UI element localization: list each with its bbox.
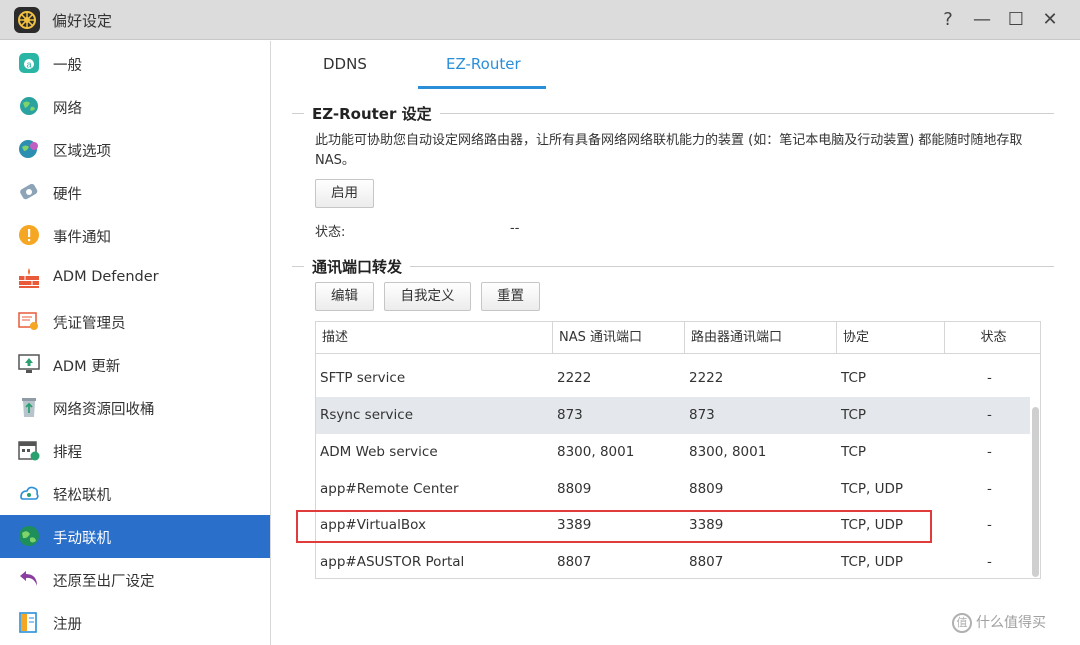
- certificate-icon: [18, 312, 38, 330]
- reset-button[interactable]: 重置: [481, 282, 540, 311]
- sidebar-item-recycle-bin[interactable]: 网络资源回收桶: [0, 386, 270, 429]
- calendar-icon: [18, 441, 40, 461]
- minimize-icon[interactable]: —: [970, 8, 994, 32]
- tab-ez-router[interactable]: EZ-Router: [446, 55, 521, 73]
- sidebar-item-adm-update[interactable]: ADM 更新: [0, 343, 270, 386]
- status-label: 状态:: [315, 225, 346, 240]
- sidebar-item-manual-connect[interactable]: 手动联机: [0, 515, 270, 558]
- highlight-annotation: [296, 510, 932, 543]
- port-forwarding-section-header: 通讯端口转发: [292, 256, 1054, 277]
- edit-button[interactable]: 编辑: [315, 282, 374, 311]
- enable-button[interactable]: 启用: [315, 179, 374, 208]
- update-icon: [18, 354, 40, 373]
- sidebar-item-adm-defender[interactable]: ADM Defender: [0, 257, 270, 300]
- watermark: 值什么值得买: [952, 612, 1046, 633]
- settings-app-icon: [14, 7, 40, 33]
- title-bar: 偏好设定 ? — ☐ ✕: [0, 0, 1080, 40]
- sidebar-item-register[interactable]: 注册: [0, 601, 270, 644]
- manual-connect-icon: [19, 526, 39, 546]
- column-header-router-port[interactable]: 路由器通讯端口: [685, 322, 837, 354]
- column-header-nas-port[interactable]: NAS 通讯端口: [553, 322, 685, 354]
- sidebar-item-general[interactable]: a 一般: [0, 42, 270, 85]
- general-icon: a: [19, 53, 39, 73]
- sidebar-item-hardware[interactable]: 硬件: [0, 171, 270, 214]
- table-row[interactable]: Rsync service 873 873 TCP -: [316, 397, 1030, 434]
- sidebar-item-restore-factory[interactable]: 还原至出厂设定: [0, 558, 270, 601]
- main-panel: DDNS EZ-Router EZ-Router 设定 此功能可协助您自动设定网…: [272, 41, 1080, 645]
- watermark-text: 什么值得买: [976, 615, 1046, 631]
- watermark-logo-icon: 值: [952, 613, 972, 633]
- region-icon: [19, 140, 38, 158]
- table-row[interactable]: app#Remote Center 8809 8809 TCP, UDP -: [316, 471, 1030, 508]
- globe-icon: [20, 97, 38, 115]
- firewall-icon: [19, 268, 39, 288]
- recycle-icon: [22, 398, 36, 417]
- sidebar-item-easy-connect[interactable]: 轻松联机: [0, 472, 270, 515]
- help-icon[interactable]: ?: [936, 8, 960, 32]
- port-forwarding-section-title: 通讯端口转发: [304, 256, 411, 277]
- status-value: --: [510, 221, 520, 236]
- alert-icon: [19, 225, 39, 245]
- window-title: 偏好设定: [52, 12, 113, 30]
- sidebar-item-network[interactable]: 网络: [0, 85, 270, 128]
- sidebar-item-notification[interactable]: 事件通知: [0, 214, 270, 257]
- table-header: 描述 NAS 通讯端口 路由器通讯端口 协定 状态: [316, 322, 1040, 354]
- sidebar-item-certificate[interactable]: 凭证管理员: [0, 300, 270, 343]
- table-row[interactable]: SFTP service 2222 2222 TCP -: [316, 360, 1030, 397]
- ez-router-description: 此功能可协助您自动设定网络路由器，让所有具备网络网络联机能力的装置 (如：笔记本…: [315, 133, 1023, 168]
- active-tab-indicator: [418, 86, 546, 89]
- hardware-icon: [20, 183, 38, 200]
- sidebar: a 一般 网络 区域选项 硬件 事件通知 ADM Defender 凭证管理员 …: [0, 41, 271, 645]
- column-header-status[interactable]: 状态: [945, 322, 1040, 354]
- svg-text:a: a: [26, 60, 31, 70]
- tab-ddns[interactable]: DDNS: [323, 55, 367, 73]
- custom-button[interactable]: 自我定义: [384, 282, 471, 311]
- close-icon[interactable]: ✕: [1038, 8, 1062, 32]
- sidebar-item-region[interactable]: 区域选项: [0, 128, 270, 171]
- table-row[interactable]: app#ASUSTOR Portal 8807 8807 TCP, UDP -: [316, 544, 1030, 578]
- table-scrollbar[interactable]: [1032, 407, 1039, 577]
- column-header-description[interactable]: 描述: [316, 322, 553, 354]
- sidebar-item-schedule[interactable]: 排程: [0, 429, 270, 472]
- table-row[interactable]: ADM Web service 8300, 8001 8300, 8001 TC…: [316, 434, 1030, 471]
- connect-icon: [20, 486, 39, 500]
- restore-icon: [20, 571, 37, 586]
- ez-router-section-title: EZ-Router 设定: [304, 103, 440, 124]
- maximize-icon[interactable]: ☐: [1004, 8, 1028, 32]
- column-header-protocol[interactable]: 协定: [837, 322, 945, 354]
- ez-router-section-header: EZ-Router 设定: [292, 103, 1054, 124]
- register-icon: [19, 612, 37, 633]
